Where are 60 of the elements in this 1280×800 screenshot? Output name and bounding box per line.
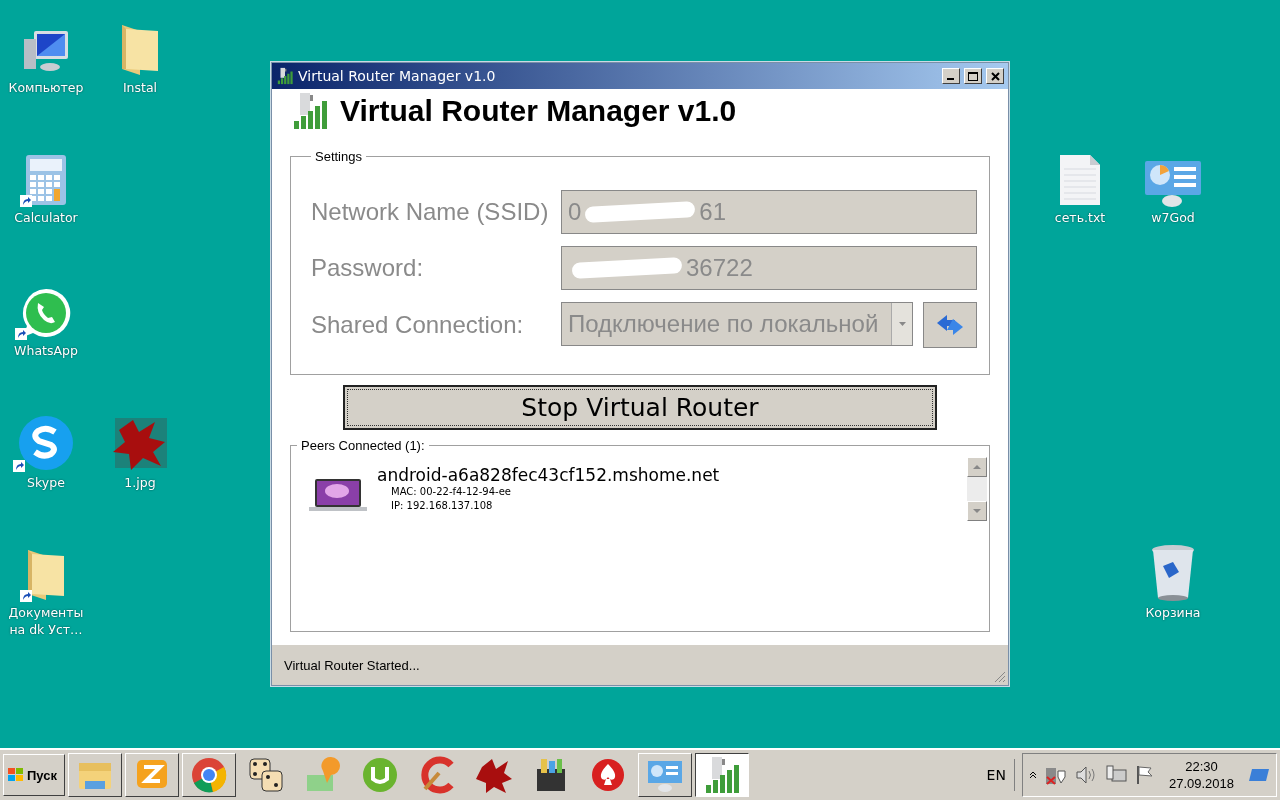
- group-legend: Peers Connected (1):: [297, 438, 429, 453]
- shortcut-arrow-icon: [13, 460, 25, 472]
- window-title: Virtual Router Manager v1.0: [298, 68, 497, 84]
- down-arrow-icon: [973, 509, 981, 513]
- skype-icon: [17, 414, 75, 472]
- show-desktop-icon[interactable]: [1248, 767, 1270, 783]
- field-label: Network Name (SSID): [311, 198, 550, 226]
- scroll-down-button[interactable]: [967, 501, 987, 521]
- close-button[interactable]: [986, 68, 1004, 84]
- language-indicator[interactable]: EN: [986, 759, 1015, 791]
- network-icon[interactable]: [1104, 765, 1127, 785]
- desktop-icon-label[interactable]: 1.jpg: [124, 474, 156, 491]
- desktop-icon-label[interactable]: Корзина: [1145, 604, 1201, 621]
- recycle-bin-icon: [1149, 542, 1197, 602]
- power-plug-icon[interactable]: [1044, 765, 1067, 785]
- desktop-icon-label[interactable]: сеть.txt: [1054, 209, 1106, 226]
- shortcut-arrow-icon: [15, 328, 27, 340]
- windows-flag-icon: [7, 767, 25, 783]
- signal-bars-icon: [276, 67, 294, 85]
- maximize-icon: [968, 71, 978, 81]
- maximize-button[interactable]: [964, 68, 982, 84]
- shortcut-arrow-icon: [20, 195, 32, 207]
- speaker-icon[interactable]: [1074, 765, 1097, 785]
- app-heading: Virtual Router Manager v1.0: [340, 94, 737, 128]
- resize-grip-icon[interactable]: [992, 669, 1006, 683]
- clock-time: 22:30: [1185, 758, 1218, 775]
- desktop-icon-label[interactable]: Skype: [27, 474, 65, 491]
- taskbar-app-button[interactable]: [695, 753, 749, 797]
- field-label: Password:: [311, 254, 425, 282]
- clock[interactable]: 22:30 27.09.2018: [1168, 758, 1234, 792]
- scrollbar[interactable]: [967, 457, 987, 521]
- clock-date: 27.09.2018: [1168, 775, 1234, 792]
- desktop-icon-label[interactable]: WhatsApp: [14, 342, 78, 359]
- laptop-icon: [307, 477, 369, 513]
- torrent-icon: [360, 755, 400, 795]
- peer-hostname: android-a6a828fec43cf152.mshome.net: [377, 465, 720, 485]
- close-icon: [990, 71, 1000, 81]
- desktop-icon-label[interactable]: w7God: [1151, 209, 1195, 226]
- dropdown-arrow-icon: [898, 322, 906, 326]
- start-button[interactable]: Пуск: [3, 754, 65, 796]
- field-label: Shared Connection:: [311, 311, 525, 339]
- calculator-icon: [24, 153, 68, 207]
- peer-mac: MAC: 00-22-f4-12-94-ee: [391, 485, 512, 499]
- shortcut-arrow-icon: [20, 590, 32, 602]
- desktop-icon-label[interactable]: Instal: [122, 79, 158, 96]
- up-arrow-icon: [973, 465, 981, 469]
- peer-ip: IP: 192.168.137.108: [391, 499, 494, 513]
- chrome-icon: [189, 755, 229, 795]
- flag-icon[interactable]: [1134, 765, 1155, 785]
- group-legend: Settings: [311, 149, 366, 164]
- chevron-up-icon[interactable]: [1028, 771, 1037, 779]
- minimize-button[interactable]: [942, 68, 960, 84]
- scroll-up-button[interactable]: [967, 457, 987, 477]
- desktop-icon-label[interactable]: Компьютер: [8, 79, 84, 96]
- status-text: Virtual Router Started...: [284, 657, 420, 673]
- desktop-icon-label[interactable]: Документы на dk Уст…: [3, 604, 89, 638]
- dice-icon: [246, 755, 286, 795]
- desktop-icon-label[interactable]: Calculator: [14, 209, 78, 226]
- stop-router-button[interactable]: Stop Virtual Router: [343, 385, 937, 430]
- text-file-icon: [1058, 153, 1102, 207]
